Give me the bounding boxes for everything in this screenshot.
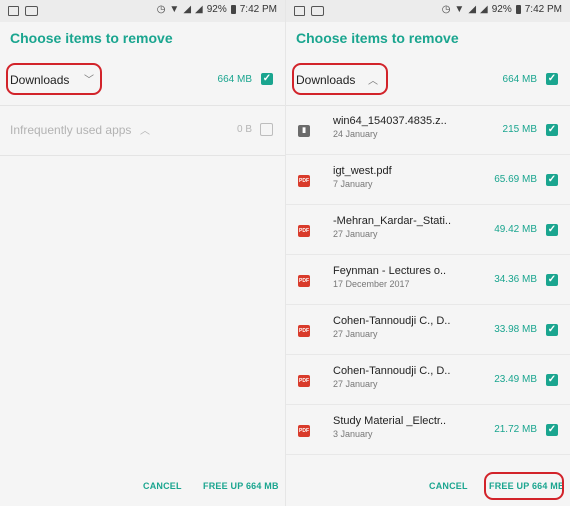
cancel-button[interactable]: CANCEL (429, 481, 468, 491)
pdf-icon: PDF (298, 225, 310, 237)
file-row[interactable]: PDF -Mehran_Kardar-_Stati.. 27 January 4… (286, 204, 570, 255)
highlight-annotation (484, 472, 564, 500)
file-date: 24 January (333, 129, 378, 139)
file-name: igt_west.pdf (333, 165, 392, 177)
file-size: 34.36 MB (494, 274, 537, 285)
image-notification-icon (294, 6, 305, 16)
pdf-icon: PDF (298, 425, 310, 437)
file-size: 65.69 MB (494, 174, 537, 185)
category-label: Infrequently used apps (10, 123, 132, 137)
file-size: 49.42 MB (494, 224, 537, 235)
page-title: Choose items to remove (296, 30, 459, 46)
file-date: 17 December 2017 (333, 279, 410, 289)
battery-percent: 92% (206, 4, 227, 15)
free-up-button[interactable]: FREE UP 664 MB (203, 481, 279, 491)
category-size: 664 MB (502, 74, 537, 85)
status-bar: ◷ ▼ ◢ ◢ 92% 7:42 PM (286, 0, 570, 22)
category-size: 664 MB (217, 74, 252, 85)
category-checkbox[interactable] (260, 123, 273, 136)
file-row[interactable]: PDF Feynman - Lectures o.. 17 December 2… (286, 254, 570, 305)
pdf-icon: PDF (298, 275, 310, 287)
file-name: Study Material _Electr.. (333, 415, 447, 427)
file-name: Cohen-Tannoudji C., D.. (333, 365, 451, 377)
signal-icon: ◢ (468, 4, 477, 15)
voicemail-icon (25, 6, 38, 16)
file-row[interactable]: PDF Cohen-Tannoudji C., D.. 27 January 2… (286, 354, 570, 405)
alarm-icon: ◷ (156, 4, 166, 15)
file-checkbox[interactable]: ✓ (546, 124, 558, 136)
alarm-icon: ◷ (441, 4, 451, 15)
signal-roaming-icon: ◢ (480, 4, 488, 15)
highlight-annotation (292, 63, 388, 95)
voicemail-icon (311, 6, 324, 16)
clock: 7:42 PM (239, 4, 277, 15)
file-checkbox[interactable]: ✓ (546, 224, 558, 236)
battery-percent: 92% (491, 4, 512, 15)
cancel-button[interactable]: CANCEL (143, 481, 182, 491)
file-date: 3 January (333, 429, 373, 439)
page-title: Choose items to remove (10, 30, 173, 46)
file-size: 23.49 MB (494, 374, 537, 385)
file-date: 27 January (333, 379, 378, 389)
pdf-icon: PDF (298, 375, 310, 387)
file-checkbox[interactable]: ✓ (546, 274, 558, 286)
signal-roaming-icon: ◢ (195, 4, 203, 15)
file-checkbox[interactable]: ✓ (546, 424, 558, 436)
right-screen: ◷ ▼ ◢ ◢ 92% 7:42 PM Choose items to remo… (285, 0, 570, 506)
zip-icon: ▮ (298, 125, 310, 137)
battery-icon (230, 5, 236, 14)
file-name: Feynman - Lectures o.. (333, 265, 447, 277)
file-checkbox[interactable]: ✓ (546, 374, 558, 386)
file-row[interactable]: PDF Cohen-Tannoudji C., D.. 27 January 3… (286, 304, 570, 355)
file-name: win64_154037.4835.z.. (333, 115, 447, 127)
pdf-icon: PDF (298, 325, 310, 337)
chevron-up-icon[interactable]: ︿ (140, 122, 150, 137)
left-screen: ◷ ▼ ◢ ◢ 92% 7:42 PM Choose items to remo… (0, 0, 285, 506)
file-date: 27 January (333, 229, 378, 239)
clock: 7:42 PM (524, 4, 562, 15)
wifi-icon: ▼ (169, 4, 180, 15)
file-name: Cohen-Tannoudji C., D.. (333, 315, 451, 327)
category-size: 0 B (236, 124, 252, 135)
battery-icon (515, 5, 521, 14)
file-size: 21.72 MB (494, 424, 537, 435)
wifi-icon: ▼ (454, 4, 465, 15)
highlight-annotation (6, 63, 102, 95)
file-checkbox[interactable]: ✓ (546, 174, 558, 186)
file-checkbox[interactable]: ✓ (546, 324, 558, 336)
category-row-infrequent-apps[interactable]: Infrequently used apps ︿ 0 B (0, 105, 285, 156)
file-date: 7 January (333, 179, 373, 189)
status-bar: ◷ ▼ ◢ ◢ 92% 7:42 PM (0, 0, 285, 22)
category-checkbox[interactable]: ✓ (261, 73, 273, 85)
file-date: 27 January (333, 329, 378, 339)
pdf-icon: PDF (298, 175, 310, 187)
file-row[interactable]: PDF Study Material _Electr.. 3 January 2… (286, 404, 570, 455)
category-checkbox[interactable]: ✓ (546, 73, 558, 85)
file-row[interactable]: PDF igt_west.pdf 7 January 65.69 MB ✓ (286, 154, 570, 205)
file-name: -Mehran_Kardar-_Stati.. (333, 215, 451, 227)
signal-icon: ◢ (183, 4, 192, 15)
image-notification-icon (8, 6, 19, 16)
file-row[interactable]: ▮ win64_154037.4835.z.. 24 January 215 M… (286, 104, 570, 155)
file-size: 215 MB (502, 124, 537, 135)
file-size: 33.98 MB (494, 324, 537, 335)
